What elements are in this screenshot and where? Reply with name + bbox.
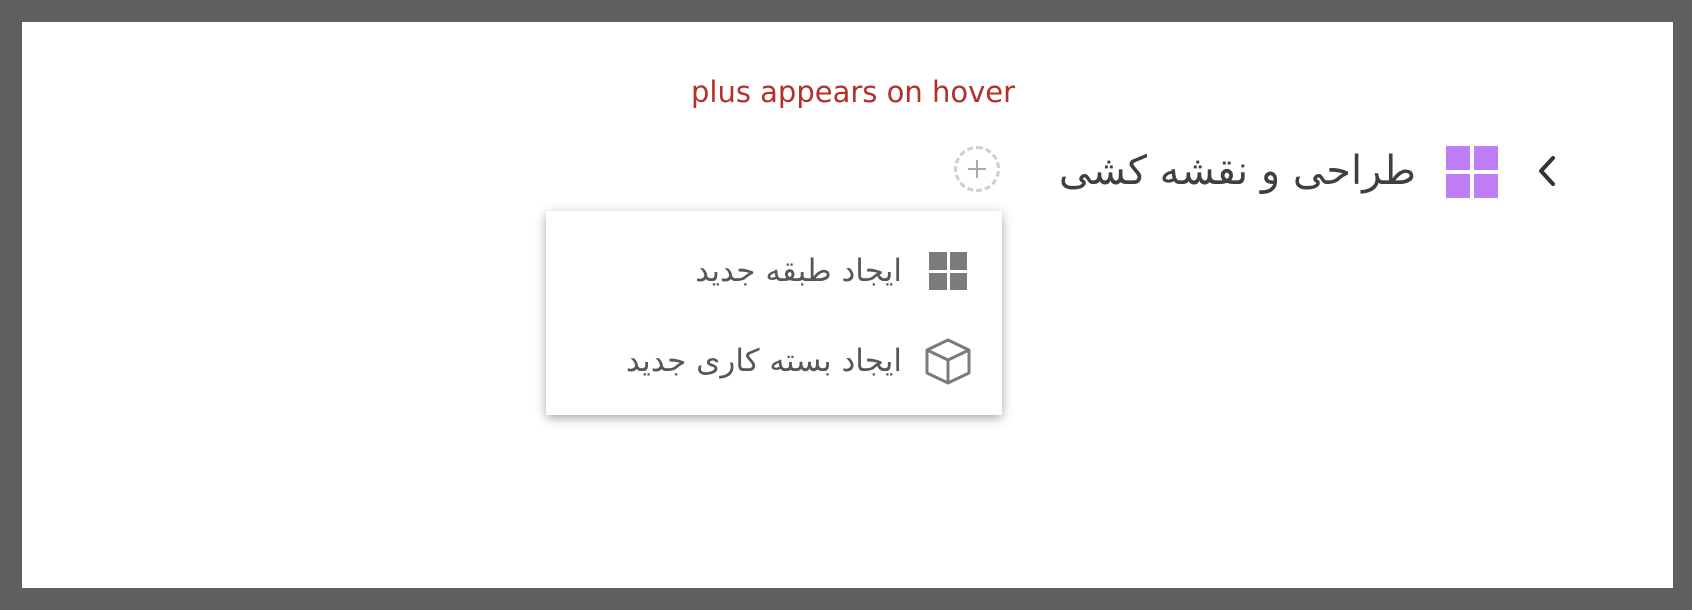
cube-icon xyxy=(922,335,974,387)
menu-item-new-floor[interactable]: ایجاد طبقه جدید xyxy=(546,231,1002,311)
category-grid-icon xyxy=(1446,146,1498,198)
category-title[interactable]: طراحی و نقشه کشی xyxy=(1059,144,1416,198)
plus-icon xyxy=(968,160,986,178)
menu-item-new-work-package[interactable]: ایجاد بسته کاری جدید xyxy=(546,321,1002,401)
menu-item-label: ایجاد طبقه جدید xyxy=(695,253,902,289)
add-button[interactable] xyxy=(954,146,1000,192)
chevron-left-icon[interactable] xyxy=(1524,148,1570,194)
menu-item-label: ایجاد بسته کاری جدید xyxy=(625,343,902,379)
grid-icon xyxy=(922,245,974,297)
hover-annotation: plus appears on hover xyxy=(690,75,1015,109)
add-menu: ایجاد طبقه جدید ایجاد بسته کاری جدید xyxy=(546,211,1002,415)
